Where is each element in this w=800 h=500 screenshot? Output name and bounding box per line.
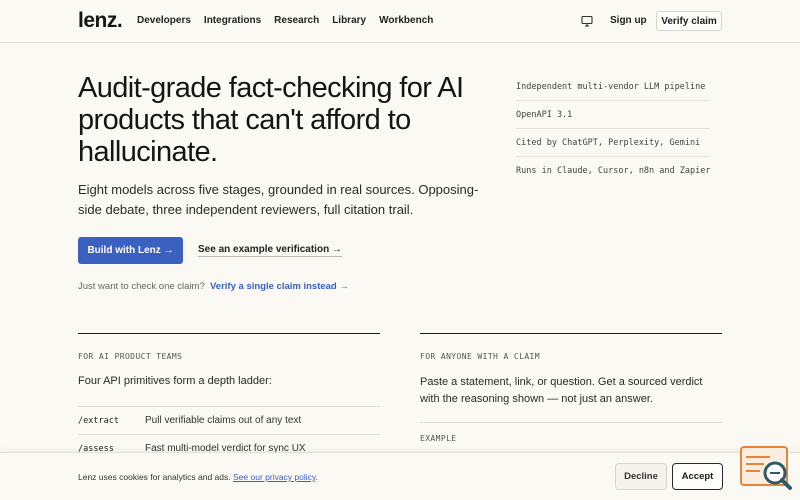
nav-link-integrations[interactable]: Integrations [204,15,261,26]
verify-single-claim-link[interactable]: Verify a single claim instead → [210,281,349,292]
primitive-row[interactable]: /extract Pull verifiable claims out of a… [78,406,380,434]
example-label: EXAMPLE [420,434,457,443]
nav-link-research[interactable]: Research [274,15,319,26]
cookie-message: Lenz uses cookies for analytics and ads. [78,472,231,482]
hero-title: Audit-grade fact-checking for AI product… [78,72,464,168]
fact-item: Cited by ChatGPT, Perplexity, Gemini [516,129,710,157]
nav-links: Developers Integrations Research Library… [137,15,433,26]
logo[interactable]: lenz. [78,9,123,33]
section-label: FOR ANYONE WITH A CLAIM [420,352,540,361]
sign-up-link[interactable]: Sign up [610,15,647,26]
fact-item: OpenAPI 3.1 [516,101,710,129]
example-verification-link[interactable]: See an example verification → [198,244,342,257]
nav-link-workbench[interactable]: Workbench [379,15,433,26]
chat-widget-icon[interactable] [740,446,792,492]
fact-item: Independent multi-vendor LLM pipeline [516,73,710,101]
cookie-text: Lenz uses cookies for analytics and ads.… [78,472,318,482]
nav-link-library[interactable]: Library [332,15,366,26]
ai-teams-section: FOR AI PRODUCT TEAMS Four API primitives… [78,333,380,454]
fact-item: Runs in Claude, Cursor, n8n and Zapier [516,166,711,176]
hero-subtitle: Eight models across five stages, grounde… [78,182,479,217]
decline-button[interactable]: Decline [615,463,667,490]
anyone-section: FOR ANYONE WITH A CLAIM Paste a statemen… [420,333,722,443]
verify-claim-button[interactable]: Verify claim [656,11,722,31]
top-nav: lenz. Developers Integrations Research L… [0,0,800,43]
accept-button[interactable]: Accept [672,463,723,490]
divider [420,422,722,423]
cookie-period: . [315,472,318,482]
privacy-policy-link[interactable]: See our privacy policy [233,472,316,482]
primitive-desc: Pull verifiable claims out of any text [145,415,302,426]
monitor-icon[interactable] [581,15,593,27]
nav-link-developers[interactable]: Developers [137,15,191,26]
section-intro: Paste a statement, link, or question. Ge… [420,376,703,405]
facts-list: Independent multi-vendor LLM pipeline Op… [516,73,710,185]
check-claim-prompt: Just want to check one claim? [78,281,205,292]
section-intro: Four API primitives form a depth ladder: [78,375,272,387]
cookie-banner: Lenz uses cookies for analytics and ads.… [0,452,800,500]
section-label: FOR AI PRODUCT TEAMS [78,352,183,361]
build-with-lenz-button[interactable]: Build with Lenz → [78,237,183,264]
primitive-name: /extract [78,415,119,426]
